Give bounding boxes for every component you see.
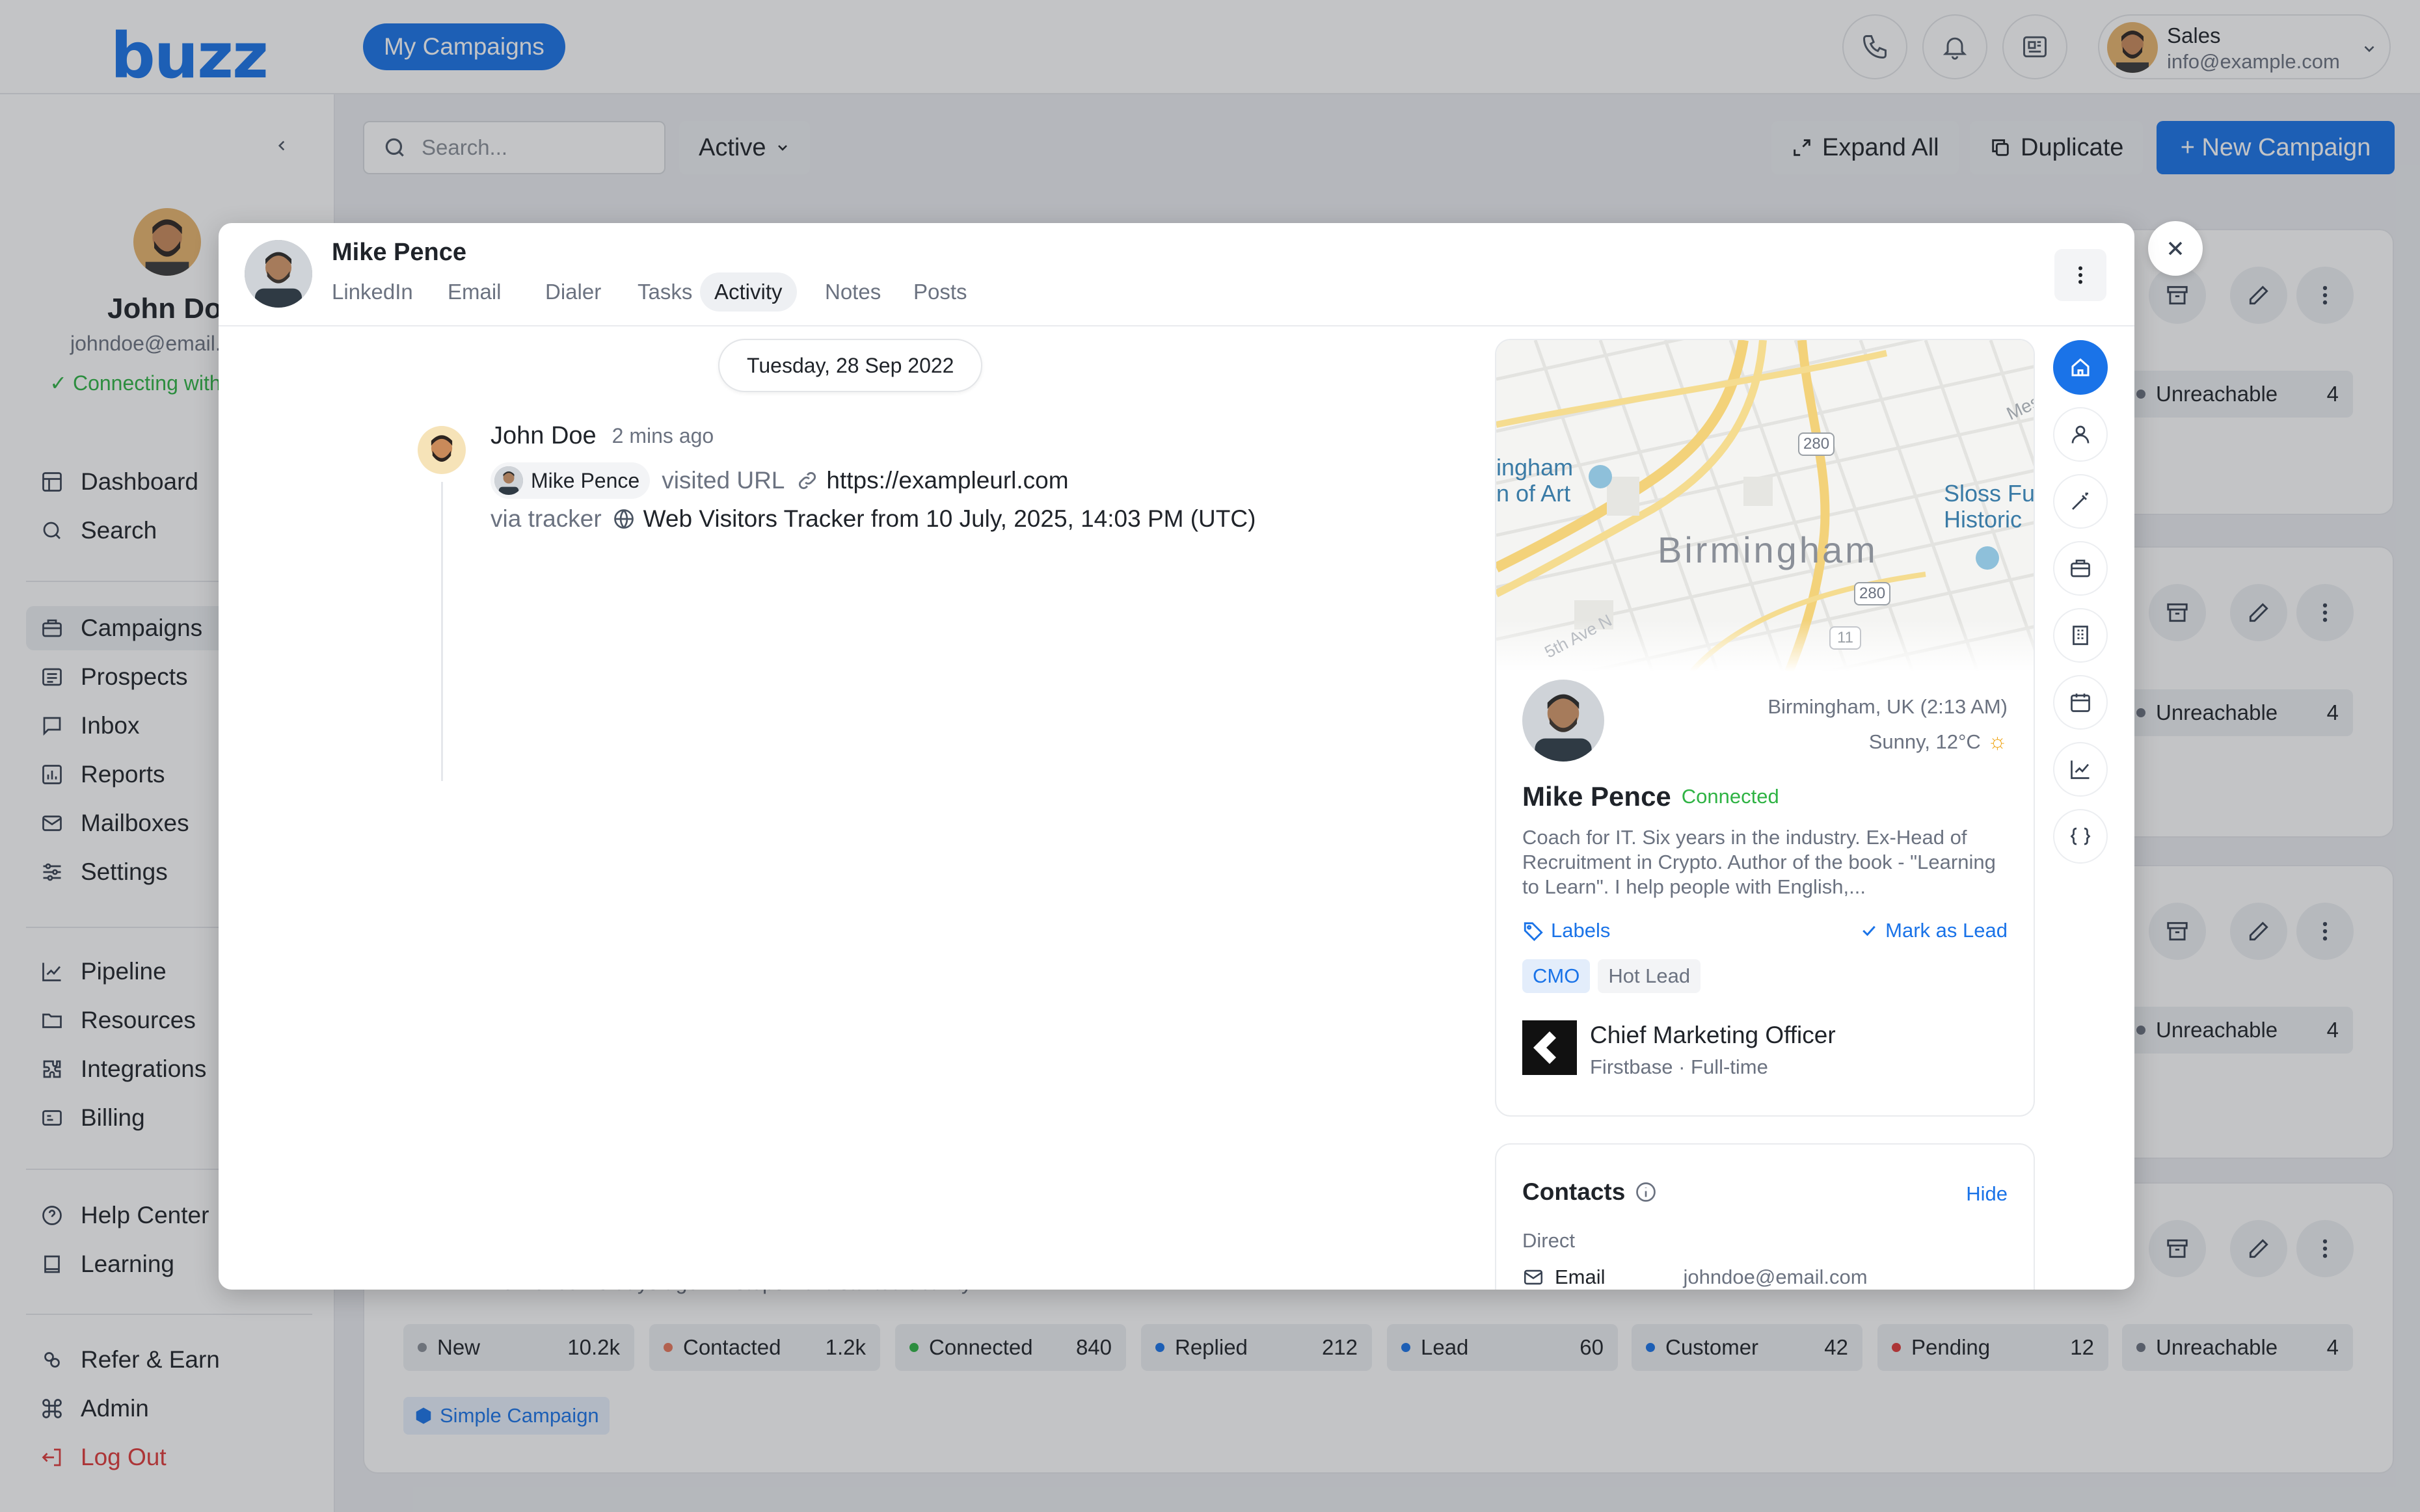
profile-photo — [1522, 680, 1604, 762]
mark-as-lead-button[interactable]: Mark as Lead — [1859, 919, 2008, 942]
actor-name: John Doe — [491, 422, 597, 449]
activity-action: visited URL — [662, 467, 785, 494]
home-icon — [2071, 358, 2090, 377]
actor-avatar — [418, 426, 466, 474]
contacts-section-label: Direct — [1522, 1229, 1575, 1252]
highway-shield: 280 — [1798, 432, 1835, 456]
user-icon — [2071, 425, 2090, 444]
close-icon — [2168, 241, 2183, 256]
modal-more-button[interactable] — [2054, 249, 2106, 301]
profile-bio: Coach for IT. Six years in the industry.… — [1522, 826, 1996, 898]
highway-shield: 11 — [1829, 626, 1861, 650]
date-separator: Tuesday, 28 Sep 2022 — [718, 339, 983, 392]
side-nav-home[interactable] — [2053, 340, 2108, 395]
link-icon — [799, 471, 816, 490]
header-divider — [219, 325, 2134, 326]
location-map[interactable]: ingham n of Art Sloss Fu Historic Mes 28… — [1496, 340, 2035, 672]
map-city-label: Birmingham — [1658, 529, 1878, 570]
contacts-card: Contacts Hide Direct Email johndoe@email… — [1495, 1143, 2035, 1290]
side-nav-code[interactable] — [2053, 809, 2108, 864]
side-nav-magic[interactable] — [2053, 474, 2108, 529]
contact-row[interactable]: Email johndoe@email.com — [1522, 1266, 1868, 1289]
tag-chip[interactable]: CMO — [1522, 959, 1591, 993]
local-time: Birmingham, UK (2:13 AM) — [1768, 695, 2008, 718]
tab-tasks[interactable]: Tasks — [623, 272, 706, 312]
map-label: ingham — [1496, 454, 1574, 481]
briefcase-icon — [2071, 559, 2090, 577]
profile-heading: Mike Pence Connected — [1522, 781, 1779, 812]
map-label: Historic — [1944, 506, 2023, 533]
more-vertical-icon — [2078, 266, 2082, 284]
tag-chip[interactable]: Hot Lead — [1598, 959, 1701, 993]
side-nav-profile[interactable] — [2053, 407, 2108, 462]
side-nav-analytics[interactable] — [2053, 742, 2108, 797]
map-label: Sloss Fu — [1944, 480, 2035, 507]
info-icon[interactable] — [1634, 1180, 1658, 1204]
building-icon — [2073, 626, 2088, 645]
prospect-avatar — [245, 240, 312, 308]
map-label: n of Art — [1496, 480, 1571, 507]
tag-list: CMO Hot Lead — [1522, 959, 1701, 993]
tracker-name[interactable]: Web Visitors Tracker from 10 July, 2025,… — [643, 505, 1256, 533]
highway-shield: 280 — [1854, 582, 1891, 605]
contacts-heading: Contacts — [1522, 1178, 1658, 1206]
tab-email[interactable]: Email — [433, 272, 516, 312]
prospect-name: Mike Pence — [332, 239, 466, 266]
activity-line: Mike Pence visited URL https://exampleur… — [491, 462, 1069, 499]
weather: Sunny, 12°C ☼ — [1868, 729, 2008, 754]
tag-icon — [1524, 922, 1543, 942]
profile-card: ingham n of Art Sloss Fu Historic Mes 28… — [1495, 339, 2035, 1117]
close-modal-button[interactable] — [2148, 221, 2203, 276]
sun-icon: ☼ — [1987, 729, 2008, 754]
code-braces-icon — [2070, 827, 2091, 845]
company-logo — [1522, 1020, 1577, 1075]
labels-button[interactable]: Labels — [1522, 919, 1610, 942]
tab-linkedin[interactable]: LinkedIn — [317, 272, 427, 312]
check-icon — [1862, 925, 1876, 936]
subject-chip[interactable]: Mike Pence — [491, 462, 651, 499]
company-name: Firstbase · Full-time — [1590, 1055, 1768, 1078]
activity-via: via tracker Web Visitors Tracker from 10… — [491, 505, 1256, 533]
connection-badge: Connected — [1681, 785, 1779, 808]
tab-activity[interactable]: Activity — [700, 272, 797, 312]
prospect-modal: Mike Pence LinkedIn Email Dialer Tasks A… — [219, 223, 2134, 1290]
side-nav-calendar[interactable] — [2053, 675, 2108, 730]
chart-icon — [2071, 760, 2090, 779]
profile-name: Mike Pence — [1522, 781, 1671, 812]
tab-notes[interactable]: Notes — [811, 272, 895, 312]
activity-time: 2 mins ago — [612, 424, 714, 447]
activity-header: John Doe 2 mins ago — [491, 422, 714, 450]
side-nav-company[interactable] — [2053, 608, 2108, 663]
mail-icon — [1524, 1269, 1543, 1285]
globe-icon — [613, 509, 634, 529]
side-nav-jobs[interactable] — [2053, 541, 2108, 596]
magic-wand-icon — [2072, 492, 2088, 510]
hide-contacts-button[interactable]: Hide — [1966, 1182, 2008, 1206]
firstbase-logo-icon — [1533, 1031, 1556, 1064]
job-title: Chief Marketing Officer — [1590, 1022, 1836, 1048]
activity-url[interactable]: https://exampleurl.com — [826, 467, 1068, 494]
tab-posts[interactable]: Posts — [899, 272, 982, 312]
timeline-line — [441, 482, 443, 781]
tab-dialer[interactable]: Dialer — [531, 272, 615, 312]
calendar-icon — [2071, 693, 2090, 712]
subject-avatar — [494, 466, 523, 495]
